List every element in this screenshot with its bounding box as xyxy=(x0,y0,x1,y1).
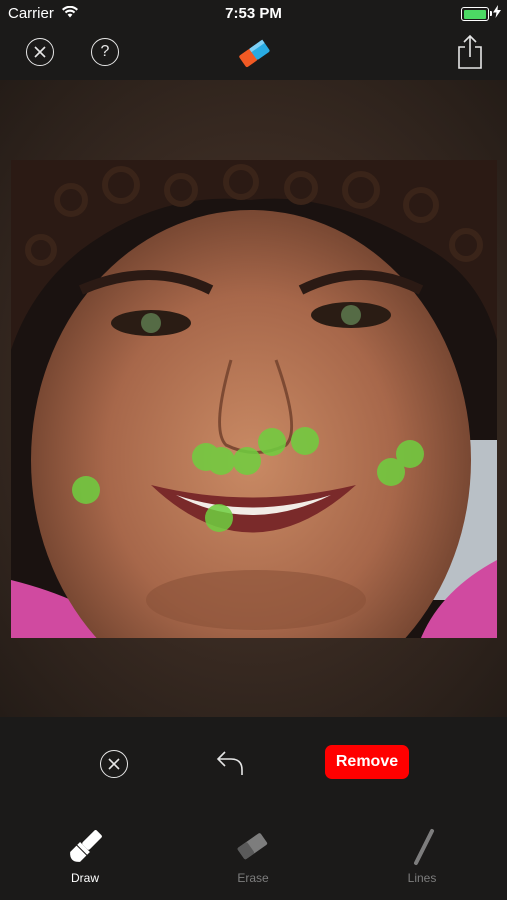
status-bar: Carrier 7:53 PM xyxy=(0,0,507,28)
tool-erase-label: Erase xyxy=(237,871,269,885)
remove-button[interactable]: Remove xyxy=(325,745,409,779)
battery-fill xyxy=(463,9,486,19)
undo-icon xyxy=(216,751,243,775)
tool-erase[interactable]: Erase xyxy=(213,827,293,885)
edit-canvas[interactable] xyxy=(0,80,507,717)
battery-tip xyxy=(490,11,492,16)
close-button[interactable] xyxy=(26,38,54,66)
brush-icon xyxy=(70,830,102,862)
undo-button[interactable] xyxy=(215,748,245,783)
tool-lines[interactable]: Lines xyxy=(382,827,462,885)
share-button[interactable] xyxy=(456,34,484,75)
app-logo xyxy=(234,34,274,77)
eraser-logo-icon xyxy=(239,39,270,67)
photo[interactable] xyxy=(11,160,497,638)
close-icon xyxy=(34,45,46,58)
line-icon xyxy=(414,829,434,865)
bottom-panel: Remove Draw Erase Lines xyxy=(0,717,507,900)
eraser-icon xyxy=(237,833,268,860)
tool-draw-label: Draw xyxy=(70,871,99,885)
close-icon xyxy=(108,757,120,770)
status-time: 7:53 PM xyxy=(225,5,282,22)
top-toolbar: ? xyxy=(0,28,507,80)
help-button[interactable]: ? xyxy=(91,38,119,66)
portrait-image xyxy=(11,160,497,638)
cancel-button[interactable] xyxy=(100,750,128,778)
share-icon xyxy=(458,34,482,69)
battery-icon xyxy=(461,7,492,21)
tool-lines-label: Lines xyxy=(407,871,437,885)
help-icon: ? xyxy=(100,43,110,60)
charging-bolt-icon xyxy=(493,5,501,22)
tool-draw[interactable]: Draw xyxy=(45,827,125,885)
